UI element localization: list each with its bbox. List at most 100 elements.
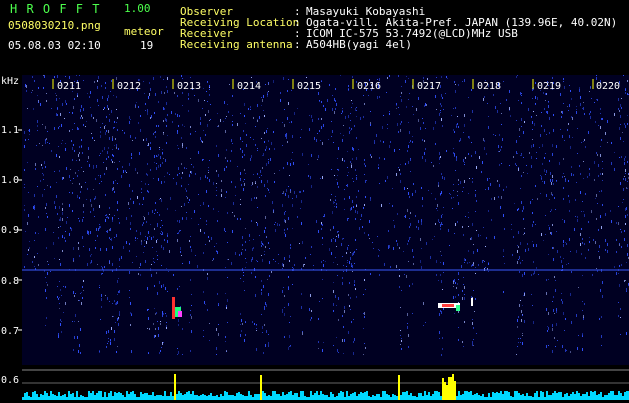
power-bar bbox=[462, 394, 464, 400]
noise-dot bbox=[627, 93, 628, 95]
noise-dot bbox=[163, 158, 164, 159]
power-bar bbox=[458, 391, 460, 400]
noise-dot bbox=[283, 264, 284, 267]
noise-dot bbox=[282, 268, 283, 269]
noise-dot bbox=[438, 219, 439, 222]
noise-dot bbox=[316, 220, 317, 223]
noise-dot bbox=[624, 123, 625, 125]
noise-dot bbox=[53, 232, 54, 233]
noise-dot bbox=[377, 96, 378, 99]
noise-dot bbox=[264, 141, 265, 143]
noise-dot bbox=[207, 309, 208, 311]
noise-dot bbox=[441, 222, 442, 225]
noise-dot bbox=[148, 309, 149, 310]
power-bar bbox=[614, 395, 616, 400]
noise-dot bbox=[356, 249, 357, 250]
noise-dot bbox=[191, 316, 192, 319]
noise-dot bbox=[165, 159, 166, 162]
power-bar bbox=[474, 394, 476, 400]
noise-dot bbox=[472, 343, 473, 346]
noise-dot bbox=[565, 242, 566, 243]
noise-dot bbox=[364, 204, 365, 206]
noise-dot bbox=[428, 190, 429, 191]
noise-dot bbox=[412, 141, 413, 143]
noise-dot bbox=[37, 130, 38, 131]
noise-dot bbox=[166, 142, 167, 144]
noise-dot bbox=[412, 283, 413, 285]
noise-dot bbox=[102, 96, 103, 99]
noise-dot bbox=[131, 314, 132, 316]
noise-dot bbox=[101, 181, 102, 182]
noise-dot bbox=[494, 197, 495, 200]
noise-dot bbox=[271, 142, 272, 145]
noise-dot bbox=[562, 265, 563, 268]
noise-dot bbox=[169, 174, 170, 175]
noise-dot bbox=[602, 173, 603, 175]
noise-dot bbox=[322, 224, 323, 226]
noise-dot bbox=[28, 214, 29, 217]
noise-dot bbox=[598, 175, 599, 177]
noise-dot bbox=[300, 208, 301, 209]
noise-dot bbox=[521, 118, 522, 121]
noise-dot bbox=[388, 246, 389, 249]
power-bar bbox=[198, 396, 200, 400]
power-bar bbox=[304, 396, 306, 400]
noise-dot bbox=[534, 123, 535, 126]
noise-dot bbox=[87, 263, 88, 266]
noise-dot bbox=[100, 153, 101, 154]
power-bar bbox=[288, 392, 290, 400]
power-bar bbox=[80, 395, 82, 400]
noise-dot bbox=[383, 141, 384, 143]
noise-dot bbox=[232, 115, 233, 116]
power-canvas: 0.6 bbox=[0, 365, 629, 400]
noise-dot bbox=[105, 295, 106, 296]
noise-dot bbox=[368, 95, 369, 96]
noise-dot bbox=[352, 158, 353, 160]
noise-dot bbox=[119, 161, 120, 162]
noise-dot bbox=[31, 92, 32, 93]
noise-dot bbox=[344, 160, 345, 162]
power-bar bbox=[394, 395, 396, 400]
noise-dot bbox=[250, 106, 251, 108]
noise-dot bbox=[231, 150, 232, 152]
noise-dot bbox=[44, 161, 45, 164]
noise-dot bbox=[218, 303, 219, 306]
power-bar bbox=[570, 394, 572, 400]
power-bar bbox=[564, 394, 566, 400]
noise-dot bbox=[321, 261, 322, 263]
noise-dot bbox=[57, 107, 58, 109]
noise-dot bbox=[202, 159, 203, 161]
noise-dot bbox=[112, 217, 113, 220]
noise-dot bbox=[65, 100, 66, 103]
power-bar bbox=[430, 396, 432, 400]
noise-dot bbox=[96, 166, 97, 168]
noise-dot bbox=[517, 319, 518, 322]
noise-dot bbox=[105, 132, 106, 135]
noise-dot bbox=[244, 103, 245, 106]
noise-dot bbox=[205, 244, 206, 245]
noise-dot bbox=[28, 249, 29, 251]
noise-dot bbox=[101, 85, 102, 87]
noise-dot bbox=[32, 90, 33, 91]
noise-dot bbox=[476, 200, 477, 202]
noise-dot bbox=[504, 228, 505, 230]
noise-dot bbox=[599, 318, 600, 320]
noise-dot bbox=[103, 109, 104, 110]
noise-dot bbox=[78, 128, 79, 130]
noise-dot bbox=[158, 165, 159, 166]
noise-dot bbox=[563, 198, 564, 200]
noise-dot bbox=[251, 220, 252, 222]
power-bar bbox=[468, 392, 470, 400]
noise-dot bbox=[125, 170, 126, 172]
noise-dot bbox=[522, 342, 523, 345]
noise-dot bbox=[554, 313, 555, 314]
noise-dot bbox=[364, 279, 365, 281]
noise-dot bbox=[177, 354, 178, 355]
noise-dot bbox=[114, 330, 115, 333]
noise-dot bbox=[596, 194, 597, 197]
power-bar bbox=[192, 391, 194, 400]
noise-dot bbox=[412, 193, 413, 196]
noise-dot bbox=[362, 226, 363, 228]
noise-dot bbox=[182, 92, 183, 94]
noise-dot bbox=[418, 97, 419, 100]
